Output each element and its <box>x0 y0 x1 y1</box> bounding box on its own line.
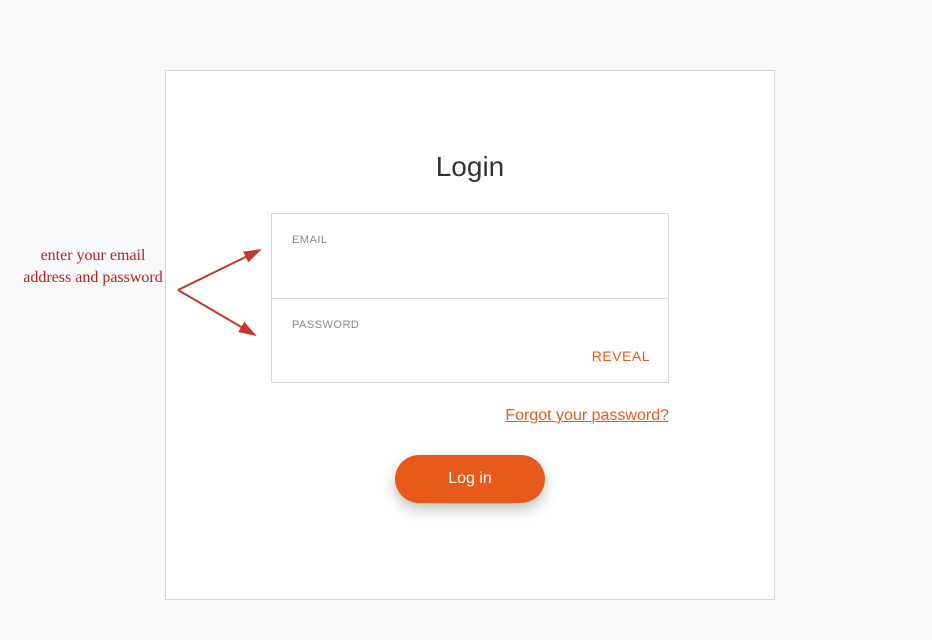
forgot-password-link[interactable]: Forgot your password? <box>505 407 669 424</box>
forgot-password-wrap: Forgot your password? <box>271 407 669 425</box>
login-card: Login EMAIL PASSWORD REVEAL Forgot your … <box>165 70 775 600</box>
login-title: Login <box>166 151 774 183</box>
login-button[interactable]: Log in <box>395 455 545 503</box>
password-label: PASSWORD <box>292 319 648 331</box>
annotation-text: enter your email address and password <box>18 245 168 288</box>
email-field-container[interactable]: EMAIL <box>272 214 668 298</box>
password-field-container[interactable]: PASSWORD REVEAL <box>272 298 668 382</box>
email-label: EMAIL <box>292 234 648 246</box>
reveal-password-button[interactable]: REVEAL <box>592 348 650 364</box>
login-form: EMAIL PASSWORD REVEAL <box>271 213 669 383</box>
email-input[interactable] <box>292 256 648 274</box>
